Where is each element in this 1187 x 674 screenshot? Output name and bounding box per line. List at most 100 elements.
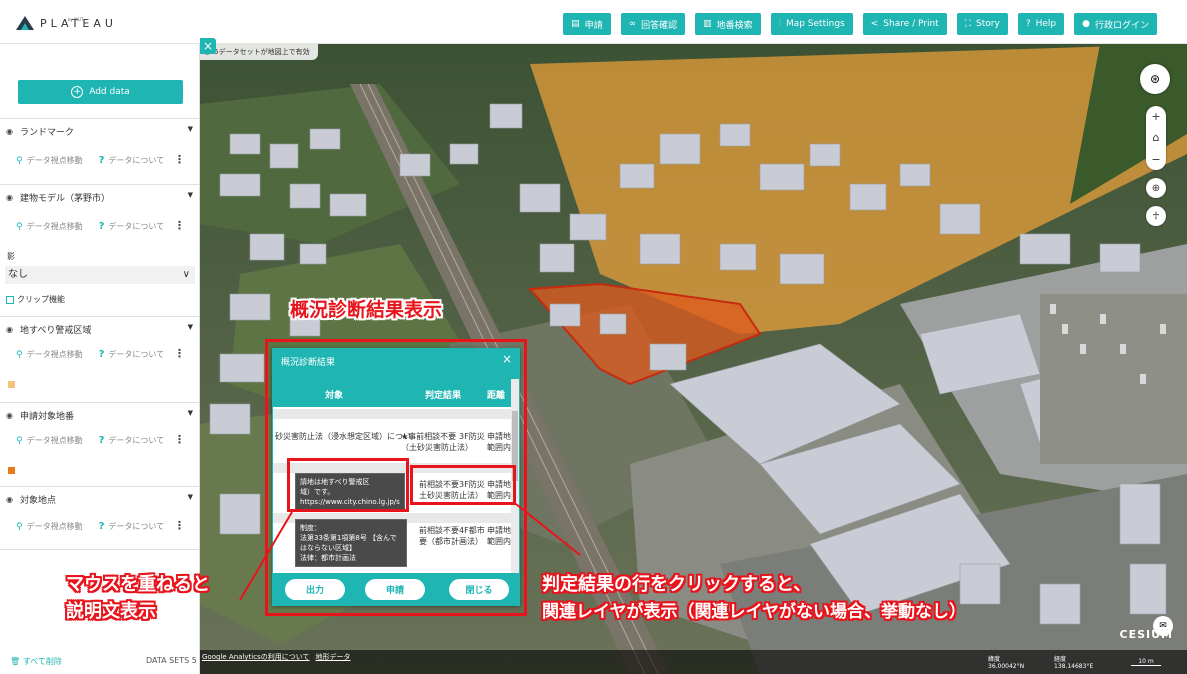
about-data-button[interactable]: ? データについて (99, 349, 165, 360)
result-scrollbar[interactable] (511, 379, 519, 573)
about-data-button[interactable]: ? データについて (99, 221, 165, 232)
about-label: データについて (108, 222, 165, 231)
dataset-count: DATA SETS 5 (146, 656, 197, 665)
row-result-1: 前相談不要 (419, 480, 459, 489)
footer-links: Google Analyticsの利用について 地形データ (202, 652, 351, 662)
locate-data-button[interactable]: ⚲ データ視点移動 (16, 221, 83, 232)
question-icon: ? (98, 221, 105, 232)
logo-subtitle: by MLIT (68, 17, 84, 22)
answer-check-button[interactable]: ∞ 回答確認 (620, 13, 686, 35)
layer-actions: ⚲ データ視点移動 ? データについて (16, 521, 164, 532)
row-distance-2: 申請地 (487, 432, 511, 441)
collapse-caret-icon[interactable]: ▼ (188, 409, 193, 417)
more-menu-icon[interactable]: ⋮ (174, 153, 185, 166)
layer-title[interactable]: ◉ 建物モデル（茅野市） (6, 191, 110, 204)
lat-label: 緯度 (988, 656, 1001, 663)
lon-value: 138.14683°E (1054, 663, 1094, 670)
layer-title[interactable]: ◉ 申請対象地番 (6, 409, 74, 422)
more-menu-icon[interactable]: ⋮ (174, 347, 185, 360)
active-datasets-label[interactable]: ◎5データセットが地図上で有効 (200, 44, 318, 60)
story-icon: ⛶ (964, 19, 972, 29)
layer-title[interactable]: ◉ 地すべり警戒区域 (6, 323, 91, 336)
output-button[interactable]: 出力 (285, 579, 345, 600)
more-menu-icon[interactable]: ⋮ (174, 433, 185, 446)
annotation-click-1: 判定結果の行をクリックすると、 (542, 574, 812, 595)
close-icon[interactable]: × (502, 352, 512, 366)
close-button[interactable]: 閉じる (449, 579, 509, 600)
admin-login-button[interactable]: ● 行政ログイン (1074, 13, 1157, 35)
apply-button[interactable]: ▤ 申請 (563, 13, 611, 35)
collapse-caret-icon[interactable]: ▼ (188, 125, 193, 133)
layer-title[interactable]: ◉ ランドマーク (6, 125, 74, 138)
lot-search-label: 地番検索 (716, 20, 753, 31)
document-icon: ▤ (571, 19, 580, 29)
about-data-button[interactable]: ? データについて (99, 521, 165, 532)
scrollbar-thumb[interactable] (512, 411, 518, 481)
more-menu-icon[interactable]: ⋮ (174, 519, 185, 532)
row-result-2: 土砂災害防止法） (419, 491, 483, 500)
row-result-1: ★事前相談不要 (401, 432, 457, 441)
delete-all-button[interactable]: 🗑 すべて削除 (10, 656, 62, 667)
clip-toggle[interactable]: クリップ機能 (6, 294, 65, 305)
clip-checkbox[interactable] (6, 295, 14, 304)
share-print-button[interactable]: < Share / Print (862, 13, 947, 35)
question-icon: ? (98, 435, 105, 446)
eye-icon[interactable]: ◉ (6, 411, 13, 420)
annotation-click-2: 関連レイヤが表示（関連レイヤがない場合、挙動なし） (542, 602, 966, 622)
row-result-2: 要（都市計画法） (419, 537, 483, 546)
column-distance: 距離 (487, 391, 506, 401)
my-location-icon[interactable]: ⊕ (1146, 178, 1166, 198)
help-icon: ? (1025, 19, 1031, 29)
question-icon: ? (98, 155, 105, 166)
close-sidebar-button[interactable]: × (200, 38, 216, 54)
collapse-caret-icon[interactable]: ▼ (188, 493, 193, 501)
collapse-caret-icon[interactable]: ▼ (188, 323, 193, 331)
feedback-icon[interactable]: ✉ (1153, 616, 1173, 636)
tooltip-line: 法第33条第1項第8号 【含んで (300, 534, 397, 542)
locate-data-button[interactable]: ⚲ データ視点移動 (16, 435, 83, 446)
answer-check-label: 回答確認 (641, 20, 678, 31)
layer-title-text: 申請対象地番 (19, 412, 74, 422)
diagnosis-result-dialog: 概況診断結果 × 対象 判定結果 距離 砂災害防止法（浸水想定区域）につい ★事… (272, 348, 520, 606)
more-menu-icon[interactable]: ⋮ (174, 219, 185, 232)
pedestrian-mode-icon[interactable]: ☥ (1146, 206, 1166, 226)
question-icon: ? (98, 521, 105, 532)
layer-title[interactable]: ◉ 対象地点 (6, 493, 56, 506)
lot-search-button[interactable]: ▥ 地番検索 (695, 13, 761, 35)
table-row[interactable]: 砂災害防止法（浸水想定区域）につい ★事前相談不要 （土砂災害防止法） 3F防災… (273, 431, 511, 461)
collapse-caret-icon[interactable]: ▼ (188, 191, 193, 199)
user-icon: ● (1082, 19, 1090, 29)
story-button[interactable]: ⛶ Story (956, 13, 1008, 35)
shadow-select[interactable]: なし ∨ (5, 266, 195, 284)
locate-data-button[interactable]: ⚲ データ視点移動 (16, 349, 83, 360)
zoom-in-icon[interactable]: + (1151, 110, 1160, 123)
plateau-logo[interactable]: PLATEAU (16, 14, 117, 32)
zoom-control: + ⌂ − (1146, 106, 1166, 170)
eye-icon[interactable]: ◉ (6, 495, 13, 504)
tooltip-line: https://www.city.chino.lg.jp/s (300, 498, 400, 506)
tooltip-line: はならない区域】 (300, 544, 356, 552)
row-separator (273, 463, 511, 473)
eye-icon[interactable]: ◉ (6, 325, 13, 334)
add-data-button[interactable]: + Add data (18, 80, 183, 104)
latitude-readout: 緯度 36.00042°N (988, 656, 1024, 670)
analytics-link[interactable]: Google Analyticsの利用について (202, 652, 310, 662)
layer-actions: ⚲ データ視点移動 ? データについて (16, 435, 164, 446)
about-data-button[interactable]: ? データについて (99, 435, 165, 446)
locate-data-button[interactable]: ⚲ データ視点移動 (16, 521, 83, 532)
terrain-link[interactable]: 地形データ (316, 652, 351, 662)
map-settings-button[interactable]: ⫶ Map Settings (770, 13, 853, 35)
plateau-logo-mark (16, 14, 34, 32)
home-icon[interactable]: ⌂ (1153, 131, 1160, 144)
about-data-button[interactable]: ? データについて (99, 155, 165, 166)
help-button[interactable]: ? Help (1017, 13, 1065, 35)
eye-icon[interactable]: ◉ (6, 193, 13, 202)
zoom-out-icon[interactable]: − (1151, 153, 1160, 166)
layer-title-text: 対象地点 (19, 496, 56, 506)
row-distance-1: 3F防災 (459, 480, 485, 489)
locate-data-button[interactable]: ⚲ データ視点移動 (16, 155, 83, 166)
eye-icon[interactable]: ◉ (6, 127, 13, 136)
apply-button[interactable]: 申請 (365, 579, 425, 600)
pin-icon: ⚲ (16, 221, 23, 232)
compass-icon[interactable]: ⊛ (1140, 64, 1170, 94)
